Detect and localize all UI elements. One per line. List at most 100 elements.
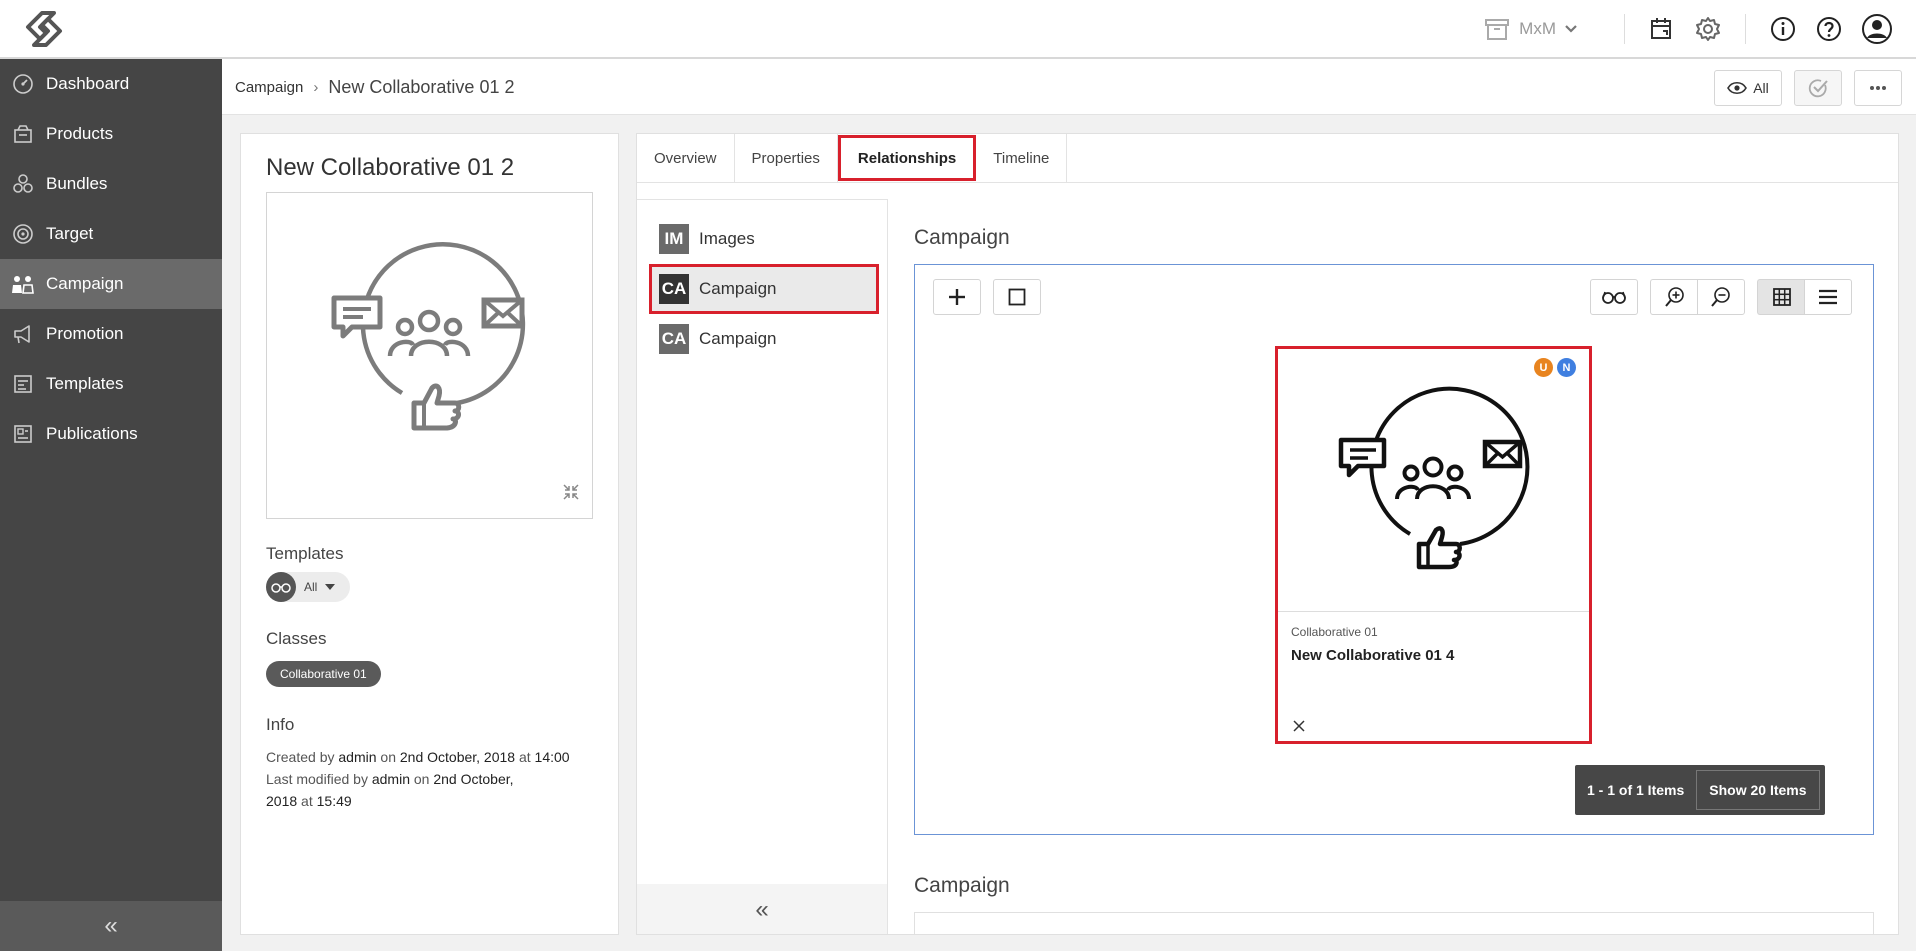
card-image: U N: [1278, 349, 1589, 612]
sidebar-item-label: Publications: [46, 424, 138, 443]
zoom-in-button[interactable]: [1650, 279, 1698, 315]
sidebar-item-products[interactable]: Products: [0, 109, 222, 159]
relationship-item-label: Campaign: [699, 329, 777, 348]
sidebar-item-label: Target: [46, 224, 94, 243]
card-class: Collaborative 01: [1291, 625, 1378, 639]
sidebar-item-label: Products: [46, 124, 114, 143]
status-badge-n: N: [1557, 358, 1576, 377]
view-template-button[interactable]: [1590, 279, 1638, 315]
collaboration-illustration: [1338, 386, 1530, 570]
sidebar-item-bundles[interactable]: Bundles: [0, 159, 222, 209]
pagination: 1 - 1 of 1 Items Show 20 Items: [1575, 765, 1825, 815]
sidebar: Dashboard Products Bundles Target Campai…: [0, 59, 222, 951]
relationship-item-campaign-2[interactable]: CA Campaign: [637, 314, 887, 364]
breadcrumb-current: New Collaborative 01 2: [328, 77, 515, 97]
relationship-card[interactable]: U N Collaborative 01 New Collaborative 0…: [1275, 346, 1592, 744]
templates-label: Templates: [266, 544, 344, 563]
sidebar-item-target[interactable]: Target: [0, 209, 222, 259]
tab-overview[interactable]: Overview: [637, 134, 735, 182]
card-name[interactable]: New Collaborative 01 4: [1291, 647, 1454, 664]
tab-properties[interactable]: Properties: [735, 134, 838, 182]
modified-info: Last modified by admin on 2nd October, 2…: [266, 771, 514, 809]
add-button[interactable]: [933, 279, 981, 315]
caret-down-icon: [325, 584, 336, 590]
sidebar-item-templates[interactable]: Templates: [0, 359, 222, 409]
sidebar-item-label: Templates: [46, 374, 124, 393]
view-filter-button[interactable]: All: [1714, 70, 1782, 106]
gauge-icon: [10, 71, 36, 97]
checkbox-icon: [1008, 288, 1026, 306]
sidebar-collapse-button[interactable]: «: [0, 901, 222, 951]
type-badge: IM: [659, 224, 689, 254]
approve-button[interactable]: [1794, 70, 1842, 106]
entity-preview[interactable]: [266, 192, 593, 519]
type-badge: CA: [659, 324, 689, 354]
plus-icon: [949, 289, 965, 305]
sidebar-item-promotion[interactable]: Promotion: [0, 309, 222, 359]
help-icon[interactable]: [1814, 14, 1844, 44]
sidebar-item-label: Bundles: [46, 174, 108, 193]
type-badge: CA: [659, 274, 689, 304]
relationship-item-campaign[interactable]: CA Campaign: [649, 264, 879, 314]
info-icon[interactable]: [1768, 14, 1798, 44]
relationship-container: U N Collaborative 01 New Collaborative 0…: [914, 264, 1874, 835]
remove-icon[interactable]: [1293, 719, 1305, 737]
campaign-icon: [10, 271, 36, 297]
tab-timeline[interactable]: Timeline: [976, 134, 1068, 182]
relationship-item-label: Images: [699, 229, 755, 248]
breadcrumb-separator: ›: [313, 79, 319, 96]
double-chevron-left-icon: «: [755, 896, 769, 923]
eye-icon: [1727, 81, 1748, 95]
breadcrumb-root[interactable]: Campaign: [235, 79, 303, 96]
gear-icon[interactable]: [1693, 14, 1723, 44]
sidebar-item-dashboard[interactable]: Dashboard: [0, 59, 222, 109]
sidebar-item-campaign[interactable]: Campaign: [0, 259, 222, 309]
templates-selector[interactable]: All: [266, 572, 350, 602]
info-label: Info: [266, 715, 295, 734]
section-title: Campaign: [914, 226, 1010, 249]
tab-relationships[interactable]: Relationships: [837, 135, 977, 181]
chevron-down-icon: [1565, 24, 1577, 33]
sidebar-item-label: Campaign: [46, 274, 124, 293]
more-options-button[interactable]: [1854, 70, 1902, 106]
list-collapse-button[interactable]: «: [637, 884, 887, 934]
select-all-button[interactable]: [993, 279, 1041, 315]
box-icon: [10, 121, 36, 147]
classes-label: Classes: [266, 629, 327, 648]
page-size-button[interactable]: Show 20 Items: [1696, 770, 1820, 810]
created-info: Created by admin on 2nd October, 2018 at…: [266, 749, 570, 765]
workspace-label: MxM: [1519, 18, 1556, 38]
megaphone-icon: [10, 321, 36, 347]
app-logo[interactable]: [20, 10, 68, 48]
list-icon: [1819, 289, 1837, 305]
class-chip[interactable]: Collaborative 01: [266, 661, 381, 687]
calendar-icon[interactable]: [1647, 14, 1677, 44]
workspace-selector[interactable]: MxM: [1485, 18, 1588, 40]
detail-panel: New Collaborative 01 2 Templates All Cla…: [240, 133, 619, 935]
zoom-in-icon: [1664, 287, 1684, 307]
zoom-out-button[interactable]: [1697, 279, 1745, 315]
relationship-item-images[interactable]: IM Images: [637, 214, 887, 264]
user-avatar-icon[interactable]: [1860, 13, 1894, 44]
relationship-item-label: Campaign: [699, 279, 777, 298]
glasses-icon: [266, 572, 296, 602]
relationship-container-2: [914, 912, 1874, 934]
archive-icon: [1485, 18, 1510, 40]
list-view-button[interactable]: [1804, 279, 1852, 315]
target-icon: [10, 221, 36, 247]
grid-view-button[interactable]: [1757, 279, 1805, 315]
template-icon: [10, 371, 36, 397]
relationship-list: IM Images CA Campaign CA Campaign «: [637, 199, 888, 934]
check-circle-icon: [1808, 79, 1828, 98]
sidebar-item-publications[interactable]: Publications: [0, 409, 222, 459]
publication-icon: [10, 421, 36, 447]
grid-icon: [1772, 288, 1791, 306]
bundles-icon: [10, 171, 36, 197]
templates-value: All: [304, 580, 318, 594]
collapse-icon[interactable]: [562, 483, 580, 506]
top-bar: MxM: [0, 0, 1916, 59]
ellipsis-icon: [1870, 86, 1886, 90]
pagination-count: 1 - 1 of 1 Items: [1587, 782, 1685, 798]
section-title-2: Campaign: [914, 874, 1010, 897]
sidebar-item-label: Promotion: [46, 324, 124, 343]
